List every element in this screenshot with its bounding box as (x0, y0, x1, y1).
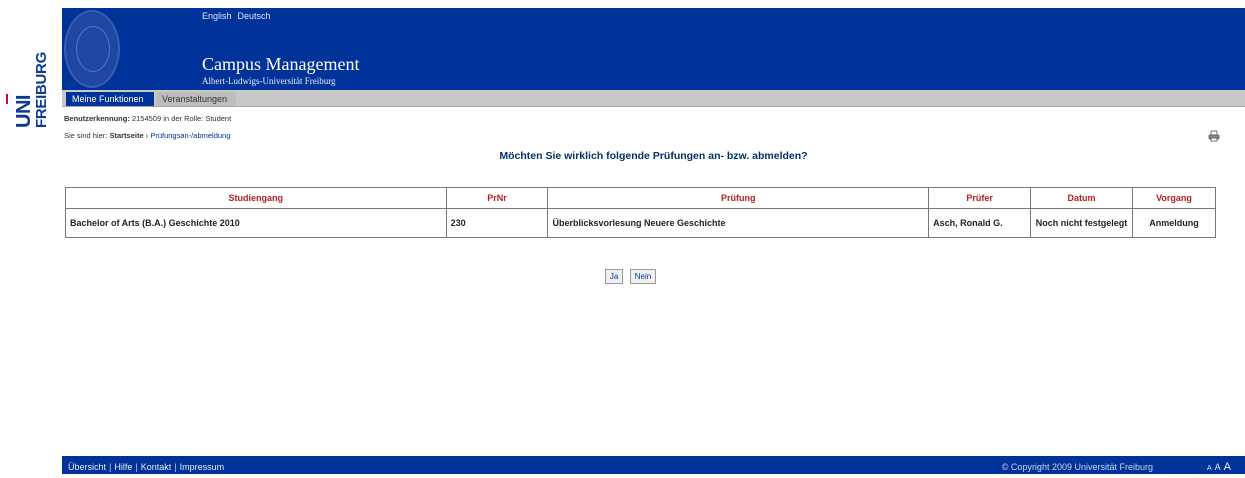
cell-pruefer: Asch, Ronald G. (928, 208, 1032, 238)
font-size-medium-button[interactable]: A (1215, 462, 1221, 472)
confirm-buttons: Ja Nein (0, 266, 1245, 284)
user-info: Benutzerkennung: 2154509 in der Rolle: S… (64, 114, 231, 123)
printer-icon[interactable] (1208, 130, 1220, 142)
cell-datum: Noch nicht festgelegt (1030, 208, 1133, 238)
lang-english-link[interactable]: English (202, 11, 232, 21)
no-button[interactable]: Nein (629, 269, 657, 284)
logo-uni: UNI (13, 95, 35, 128)
header-pruefer: Prüfer (928, 187, 1032, 209)
font-size-controls: AAA (1204, 458, 1231, 478)
header-banner: English Deutsch Campus Management Albert-… (62, 8, 1245, 90)
uni-freiburg-logo[interactable]: UNI FREIBURG (0, 0, 62, 474)
user-id-label: Benutzerkennung: (64, 114, 130, 123)
logo-text: UNI FREIBURG (13, 52, 50, 128)
logo-red-accent (6, 94, 8, 104)
footer-separator: | (174, 462, 177, 472)
breadcrumb-current[interactable]: Prüfungsan-/abmeldung (150, 131, 230, 140)
header-studiengang: Studiengang (65, 187, 447, 209)
font-size-large-button[interactable]: A (1224, 461, 1231, 473)
breadcrumb-home-link[interactable]: Startseite (109, 131, 143, 140)
footer-link-uebersicht[interactable]: Übersicht (68, 462, 106, 472)
header-vorgang: Vorgang (1131, 187, 1217, 209)
table-header-row: Studiengang PrNr Prüfung Prüfer Datum Vo… (65, 187, 1217, 209)
yes-button[interactable]: Ja (604, 269, 624, 284)
seal-inner-ring (76, 26, 110, 72)
cell-studiengang: Bachelor of Arts (B.A.) Geschichte 2010 (65, 208, 447, 238)
footer: Übersicht | Hilfe | Kontakt | Impressum © Copy… (62, 456, 1245, 474)
table-row: Bachelor of Arts (B.A.) Geschichte 2010 … (65, 208, 1217, 238)
tab-meine-funktionen[interactable]: Meine Funktionen (66, 92, 154, 106)
app-title: Campus Management (202, 54, 360, 74)
footer-link-kontakt[interactable]: Kontakt (141, 462, 172, 472)
logo-freiburg: FREIBURG (33, 52, 50, 128)
user-role: in der Rolle: Student (163, 114, 232, 123)
breadcrumb-prefix: Sie sind hier: (64, 131, 108, 140)
cell-vorgang: Anmeldung (1131, 208, 1217, 238)
cell-pruefung: Überblicksvorlesung Neuere Geschichte (547, 208, 930, 238)
footer-links: Übersicht | Hilfe | Kontakt | Impressum (68, 458, 224, 476)
font-size-small-button[interactable]: A (1207, 465, 1212, 472)
university-seal-icon (64, 10, 120, 88)
footer-link-hilfe[interactable]: Hilfe (114, 462, 132, 472)
main-navigation: Meine Funktionen Veranstaltungen (62, 90, 1245, 107)
lang-deutsch-link[interactable]: Deutsch (238, 11, 271, 21)
language-switcher: English Deutsch (202, 11, 277, 21)
breadcrumb-separator: › (145, 131, 149, 140)
exam-table: Studiengang PrNr Prüfung Prüfer Datum Vo… (65, 187, 1217, 238)
user-id: 2154509 (131, 114, 162, 123)
app-subtitle: Albert-Ludwigs-Universität Freiburg (202, 76, 336, 86)
copyright: © Copyright 2009 Universität Freiburg (1001, 462, 1153, 472)
header-prnr: PrNr (445, 187, 549, 209)
header-datum: Datum (1030, 187, 1133, 209)
confirmation-question: Möchten Sie wirklich folgende Prüfungen … (499, 150, 808, 162)
tab-veranstaltungen[interactable]: Veranstaltungen (156, 92, 236, 106)
footer-separator: | (135, 462, 138, 472)
header-pruefung: Prüfung (547, 187, 930, 209)
breadcrumb: Sie sind hier: Startseite › Prüfungsan-/… (64, 131, 230, 140)
footer-link-impressum[interactable]: Impressum (180, 462, 225, 472)
footer-separator: | (109, 462, 112, 472)
cell-prnr: 230 (445, 208, 549, 238)
